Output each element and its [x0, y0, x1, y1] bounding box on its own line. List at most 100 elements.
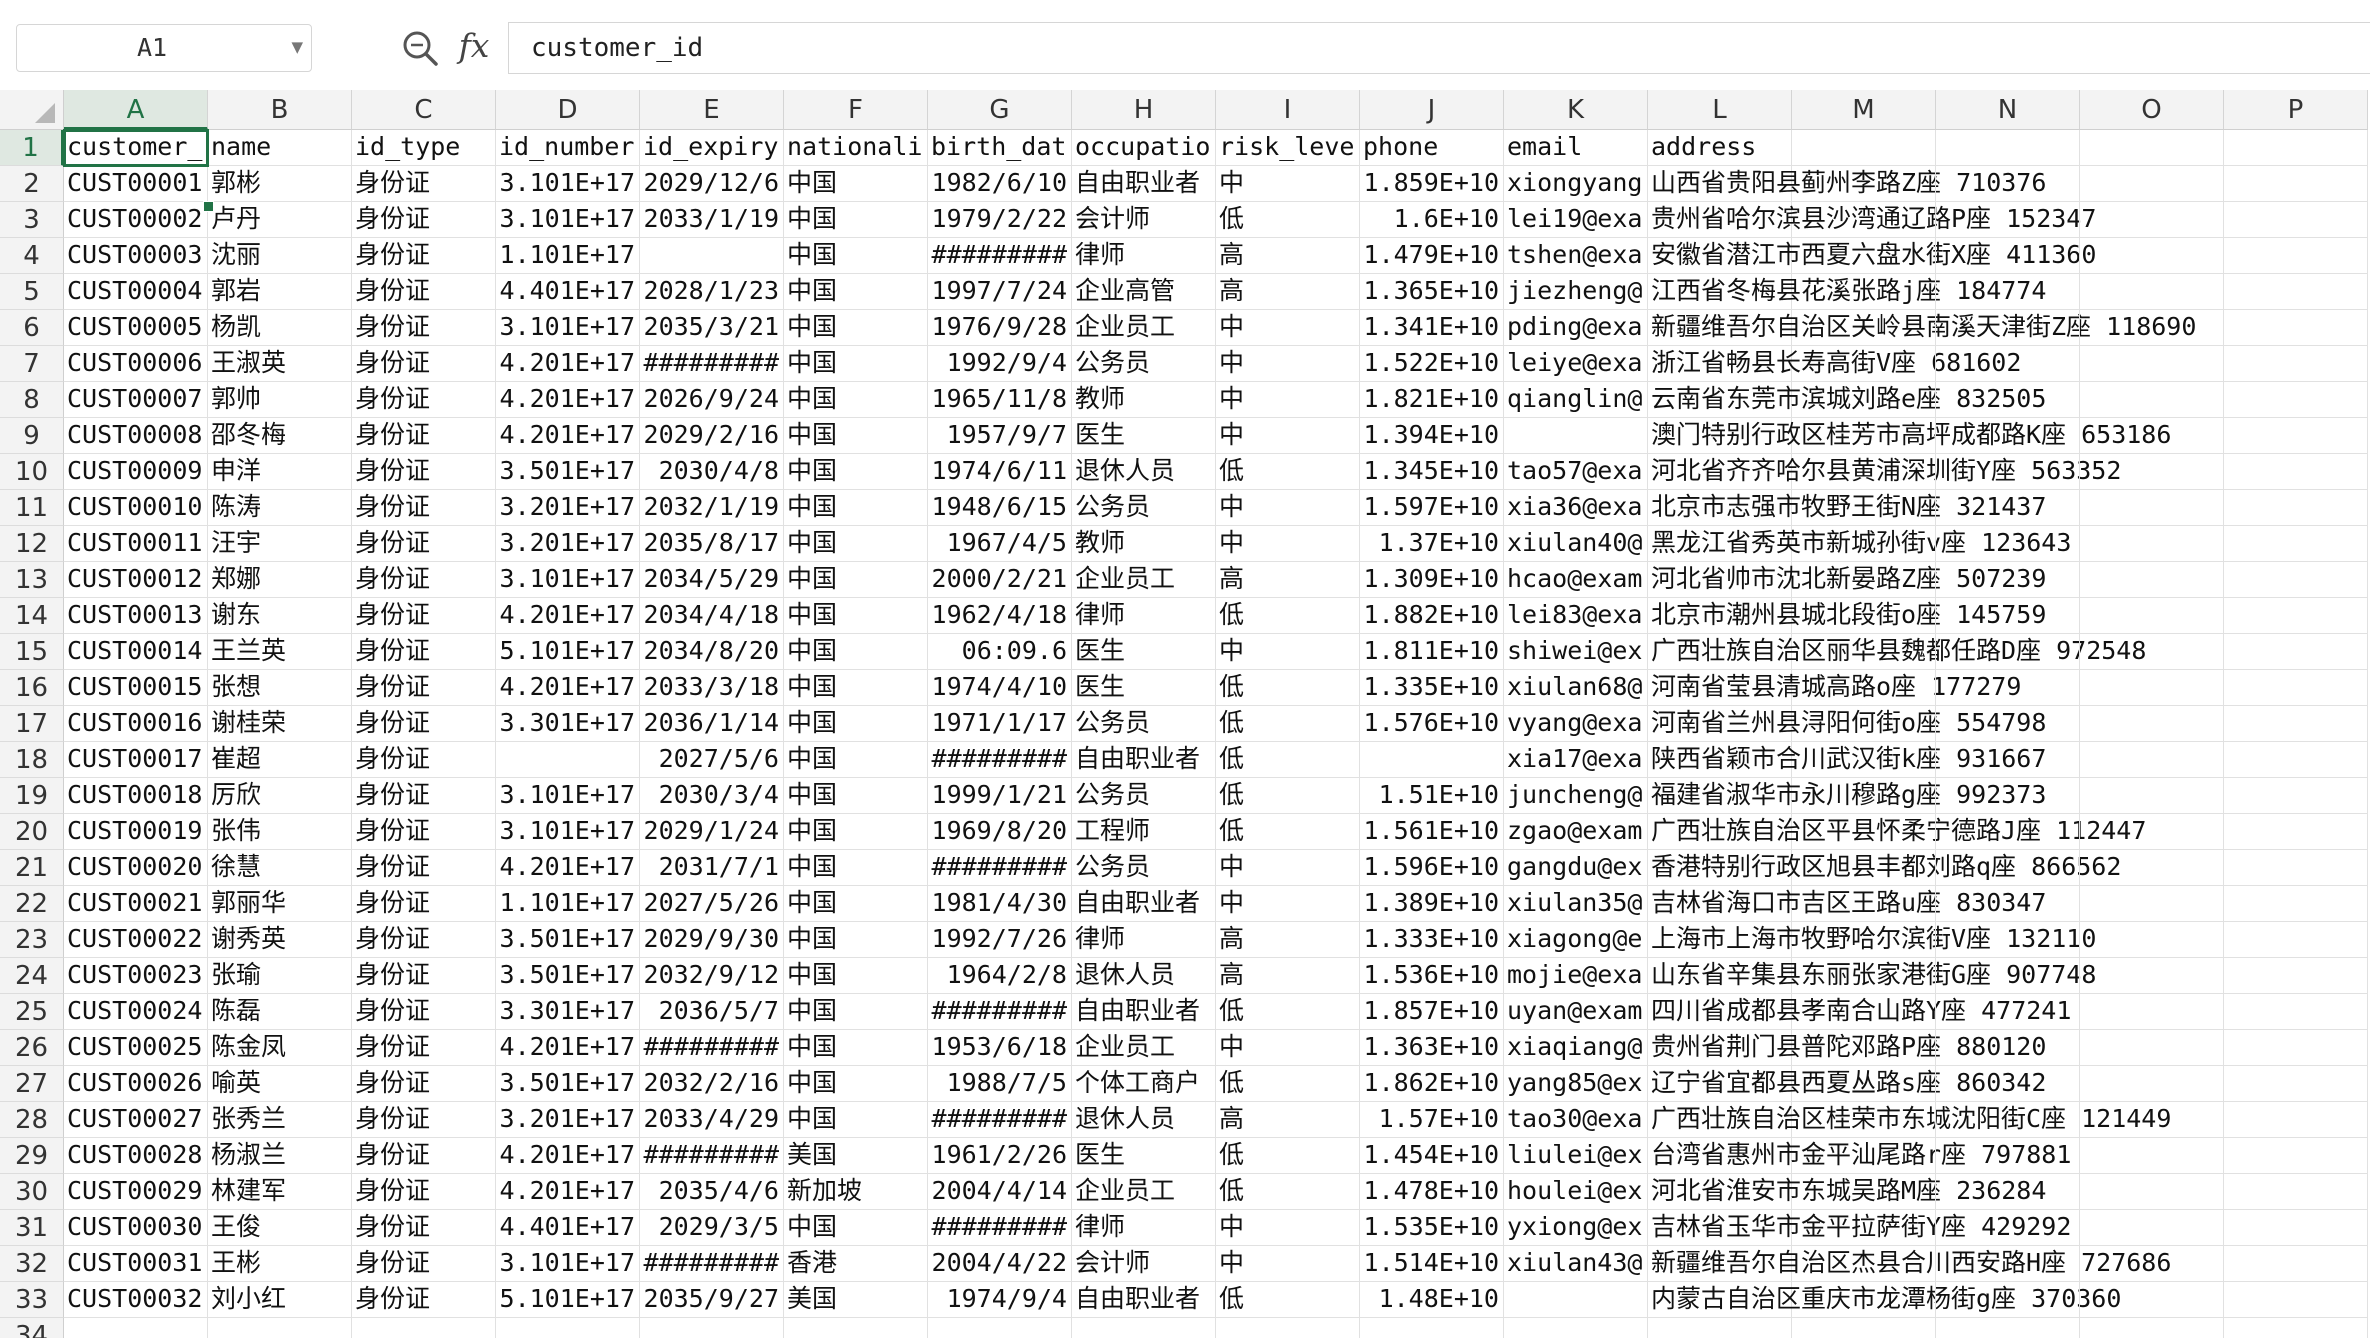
cell[interactable]: 中国	[784, 274, 928, 310]
cell[interactable]	[2224, 670, 2368, 706]
cell[interactable]: 身份证	[352, 274, 496, 310]
cell[interactable]: 美国	[784, 1138, 928, 1174]
cell[interactable]	[1936, 598, 2080, 634]
cell[interactable]: 低	[1216, 994, 1360, 1030]
cell[interactable]	[1792, 814, 1936, 850]
cell[interactable]	[2080, 706, 2224, 742]
cell[interactable]: 工程师	[1072, 814, 1216, 850]
cell[interactable]	[1792, 1174, 1936, 1210]
row-header-17[interactable]: 17	[0, 706, 64, 742]
cell[interactable]: 张秀兰	[208, 1102, 352, 1138]
cell[interactable]: 1.857E+10	[1360, 994, 1504, 1030]
cell[interactable]	[2224, 994, 2368, 1030]
cell[interactable]: zgao@exam	[1504, 814, 1648, 850]
cell[interactable]	[1648, 1318, 1792, 1338]
cell[interactable]: 身份证	[352, 850, 496, 886]
cell[interactable]: 1982/6/10	[928, 166, 1072, 202]
cell[interactable]: CUST00014	[64, 634, 208, 670]
cell[interactable]	[1936, 742, 2080, 778]
cell[interactable]	[2080, 886, 2224, 922]
cell[interactable]: 辽宁省宜都县西夏丛路s座 860342	[1648, 1066, 2046, 1102]
cell[interactable]: 身份证	[352, 1066, 496, 1102]
cell[interactable]	[2224, 1318, 2368, 1338]
cell[interactable]: 3.501E+17	[496, 454, 640, 490]
cell[interactable]: shiwei@ex	[1504, 634, 1648, 670]
cell[interactable]: 新加坡	[784, 1174, 928, 1210]
cell[interactable]	[2224, 1246, 2368, 1282]
cell[interactable]: 身份证	[352, 346, 496, 382]
cell[interactable]	[1792, 562, 1936, 598]
cell[interactable]: 2029/1/24	[640, 814, 784, 850]
cell[interactable]: 4.201E+17	[496, 1030, 640, 1066]
cell[interactable]	[2080, 1318, 2224, 1338]
fill-handle[interactable]	[203, 201, 214, 212]
cell[interactable]: 1.365E+10	[1360, 274, 1504, 310]
cell[interactable]: 3.101E+17	[496, 778, 640, 814]
cell[interactable]: xia17@exa	[1504, 742, 1648, 778]
cell[interactable]: 身份证	[352, 778, 496, 814]
cell[interactable]: 2033/1/19	[640, 202, 784, 238]
cell[interactable]: 陕西省颖市合川武汉街k座 931667	[1648, 742, 2046, 778]
cell[interactable]	[2224, 1174, 2368, 1210]
cell[interactable]	[2080, 490, 2224, 526]
row-header-28[interactable]: 28	[0, 1102, 64, 1138]
cell[interactable]: 1974/4/10	[928, 670, 1072, 706]
cell[interactable]: 喻英	[208, 1066, 352, 1102]
cell[interactable]	[2224, 238, 2368, 274]
cell[interactable]: 公务员	[1072, 850, 1216, 886]
cell[interactable]: 1.514E+10	[1360, 1246, 1504, 1282]
cell[interactable]: 1969/8/20	[928, 814, 1072, 850]
cell[interactable]: 高	[1216, 274, 1360, 310]
cell[interactable]: 1.561E+10	[1360, 814, 1504, 850]
cell[interactable]: CUST00018	[64, 778, 208, 814]
select-all-corner[interactable]	[0, 90, 64, 130]
cell[interactable]: 中国	[784, 958, 928, 994]
cell[interactable]: 中国	[784, 166, 928, 202]
column-header-E[interactable]: E	[640, 90, 784, 130]
cell[interactable]: 1.363E+10	[1360, 1030, 1504, 1066]
cell[interactable]: 1.596E+10	[1360, 850, 1504, 886]
cell[interactable]: 云南省东莞市滨城刘路e座 832505	[1648, 382, 2046, 418]
cell[interactable]: 江西省冬梅县花溪张路j座 184774	[1648, 274, 2046, 310]
cell[interactable]: 林建军	[208, 1174, 352, 1210]
row-header-33[interactable]: 33	[0, 1282, 64, 1318]
cell[interactable]: 1974/9/4	[928, 1282, 1072, 1318]
cell[interactable]: 陈金凤	[208, 1030, 352, 1066]
cell[interactable]	[1792, 1138, 1936, 1174]
cell[interactable]: 3.501E+17	[496, 958, 640, 994]
cell[interactable]	[496, 742, 640, 778]
cell[interactable]: 新疆维吾尔自治区关岭县南溪天津街Z座 118690	[1648, 310, 2196, 346]
cell[interactable]: qianglin@	[1504, 382, 1648, 418]
cell[interactable]	[1936, 490, 2080, 526]
cell[interactable]: 自由职业者	[1072, 742, 1216, 778]
cell[interactable]: 3.101E+17	[496, 1246, 640, 1282]
cell[interactable]: 中国	[784, 238, 928, 274]
cell[interactable]: 低	[1216, 1066, 1360, 1102]
row-header-14[interactable]: 14	[0, 598, 64, 634]
cell[interactable]: 1.882E+10	[1360, 598, 1504, 634]
cell[interactable]: 身份证	[352, 886, 496, 922]
cell[interactable]	[2224, 706, 2368, 742]
cell[interactable]: 1.597E+10	[1360, 490, 1504, 526]
row-header-16[interactable]: 16	[0, 670, 64, 706]
cell[interactable]: 1.536E+10	[1360, 958, 1504, 994]
cell[interactable]: 1999/1/21	[928, 778, 1072, 814]
cell[interactable]: 身份证	[352, 1102, 496, 1138]
header-cell[interactable]: occupatio	[1072, 130, 1216, 166]
cell[interactable]: 中国	[784, 382, 928, 418]
cell[interactable]: xiulan43@	[1504, 1246, 1648, 1282]
cell[interactable]: 身份证	[352, 454, 496, 490]
cell[interactable]: 自由职业者	[1072, 994, 1216, 1030]
cell[interactable]: xiulan40@	[1504, 526, 1648, 562]
cell[interactable]: CUST00016	[64, 706, 208, 742]
cell[interactable]	[1936, 202, 2080, 238]
cell[interactable]: 汪宇	[208, 526, 352, 562]
cell[interactable]: 身份证	[352, 922, 496, 958]
cell[interactable]: 河南省莹县清城高路o座 177279	[1648, 670, 2021, 706]
cell[interactable]	[208, 1318, 352, 1338]
cell[interactable]: 中国	[784, 706, 928, 742]
cell[interactable]	[2080, 1246, 2224, 1282]
cell[interactable]: #########	[928, 850, 1072, 886]
cell[interactable]	[2080, 1102, 2224, 1138]
header-cell[interactable]	[1792, 130, 1936, 166]
